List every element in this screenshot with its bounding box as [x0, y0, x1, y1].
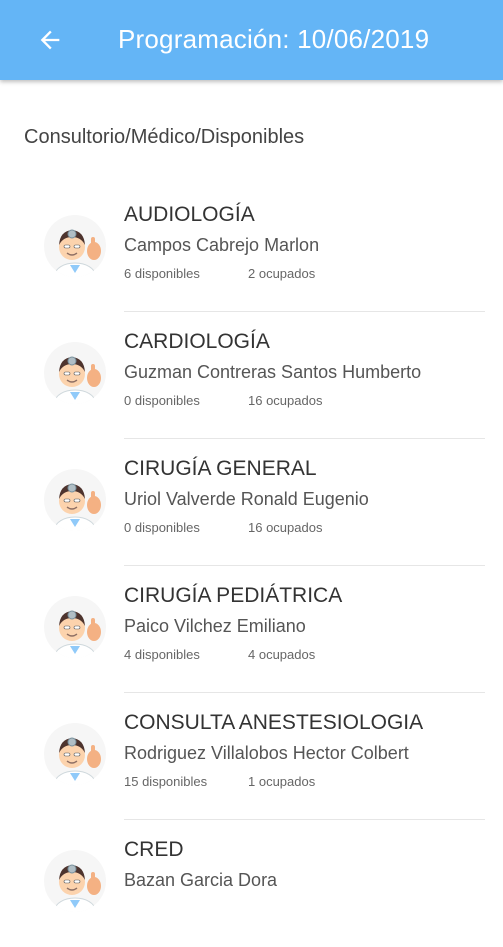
occupied-count: 16 ocupados — [248, 520, 323, 535]
list-item[interactable]: CIRUGÍA PEDIÁTRICA Paico Vilchez Emilian… — [0, 566, 503, 693]
back-arrow-icon[interactable] — [36, 26, 64, 54]
list-item[interactable]: CRED Bazan Garcia Dora — [0, 820, 503, 947]
doctor-avatar — [44, 342, 106, 404]
available-count: 0 disponibles — [124, 393, 200, 408]
doctor-name: Paico Vilchez Emiliano — [124, 616, 306, 636]
list-item[interactable]: CIRUGÍA GENERAL Uriol Valverde Ronald Eu… — [0, 439, 503, 566]
specialty-label: CONSULTA ANESTESIOLOGIA — [124, 711, 424, 734]
schedule-list: AUDIOLOGÍA Campos Cabrejo Marlon 6 dispo… — [0, 185, 503, 947]
doctor-name: Rodriguez Villalobos Hector Colbert — [124, 743, 409, 763]
page-title: Programación: 10/06/2019 — [118, 24, 430, 54]
list-item[interactable]: CONSULTA ANESTESIOLOGIA Rodriguez Villal… — [0, 693, 503, 820]
doctor-name: Guzman Contreras Santos Humberto — [124, 362, 422, 382]
list-item[interactable]: CARDIOLOGÍA Guzman Contreras Santos Humb… — [0, 312, 503, 439]
available-count: 15 disponibles — [124, 774, 208, 789]
doctor-avatar — [44, 596, 106, 658]
occupied-count: 2 ocupados — [248, 266, 316, 281]
doctor-avatar — [44, 723, 106, 785]
available-count: 6 disponibles — [124, 266, 200, 281]
occupied-count: 16 ocupados — [248, 393, 323, 408]
list-item[interactable]: AUDIOLOGÍA Campos Cabrejo Marlon 6 dispo… — [0, 185, 503, 312]
doctor-avatar — [44, 215, 106, 277]
doctor-name: Bazan Garcia Dora — [124, 870, 278, 890]
specialty-label: CIRUGÍA GENERAL — [124, 457, 317, 480]
app-bar: Programación: 10/06/2019 — [0, 0, 503, 80]
doctor-avatar — [44, 469, 106, 531]
section-header: Consultorio/Médico/Disponibles — [24, 126, 305, 148]
doctor-name: Uriol Valverde Ronald Eugenio — [124, 489, 369, 509]
specialty-label: CIRUGÍA PEDIÁTRICA — [124, 584, 343, 607]
specialty-label: CARDIOLOGÍA — [124, 330, 270, 353]
doctor-avatar — [44, 850, 106, 912]
occupied-count: 4 ocupados — [248, 647, 316, 662]
available-count: 4 disponibles — [124, 647, 200, 662]
specialty-label: CRED — [124, 838, 184, 861]
specialty-label: AUDIOLOGÍA — [124, 203, 255, 226]
doctor-name: Campos Cabrejo Marlon — [124, 235, 320, 255]
occupied-count: 1 ocupados — [248, 774, 316, 789]
available-count: 0 disponibles — [124, 520, 200, 535]
